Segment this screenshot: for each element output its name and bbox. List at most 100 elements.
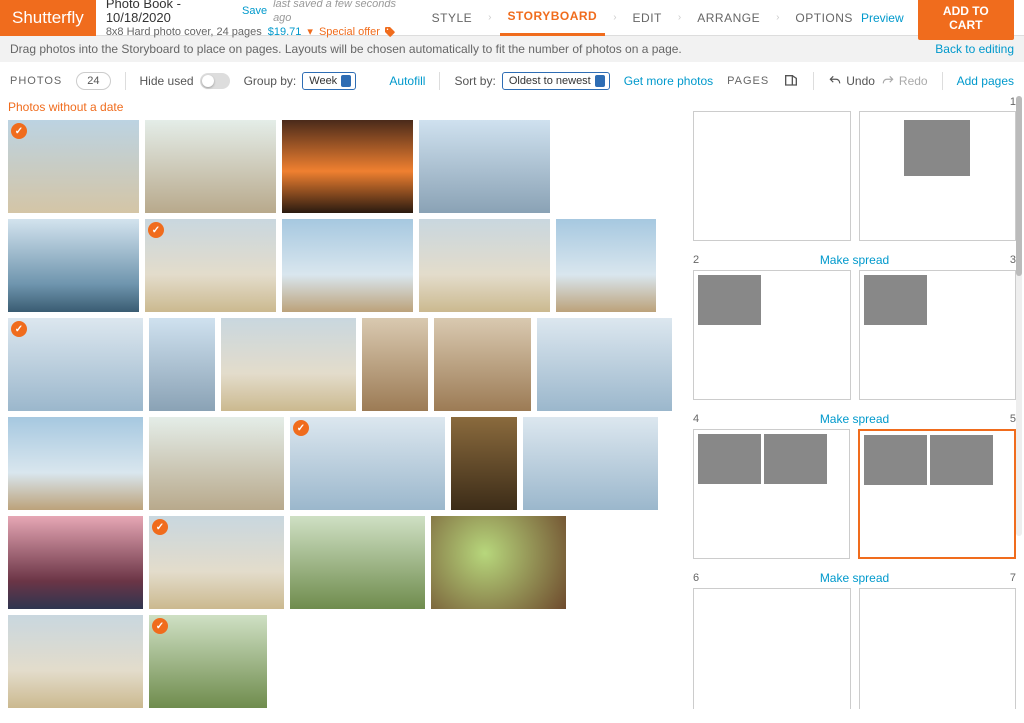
photo-thumb[interactable] xyxy=(8,219,139,312)
undo-label: Undo xyxy=(846,74,875,88)
photos-label: PHOTOS xyxy=(10,75,62,87)
photo-thumb[interactable] xyxy=(451,417,517,510)
divider xyxy=(125,72,126,90)
thumb-row xyxy=(8,318,677,411)
tag-icon xyxy=(384,26,396,38)
tab-storyboard[interactable]: STORYBOARD xyxy=(500,0,606,36)
thumb-row xyxy=(8,417,677,510)
redo-label: Redo xyxy=(899,74,928,88)
used-check-icon xyxy=(152,519,168,535)
page-slot-7[interactable] xyxy=(859,588,1017,709)
tab-arrange[interactable]: ARRANGE xyxy=(689,0,768,36)
page-slot-2[interactable] xyxy=(693,270,851,400)
photo-thumb[interactable] xyxy=(290,417,445,510)
photo-thumb[interactable] xyxy=(282,120,413,213)
page-photo[interactable] xyxy=(864,435,927,485)
undo-redo-group: Undo Redo xyxy=(828,74,927,88)
header-actions: Preview ADD TO CART xyxy=(861,0,1024,40)
redo-button[interactable]: Redo xyxy=(881,74,928,88)
preview-link[interactable]: Preview xyxy=(861,11,904,25)
page-photo[interactable] xyxy=(864,275,927,325)
photo-thumb[interactable] xyxy=(145,219,276,312)
page-slot-cover[interactable] xyxy=(693,111,851,241)
thumb-row xyxy=(8,120,677,213)
add-to-cart-button[interactable]: ADD TO CART xyxy=(918,0,1014,40)
photo-thumb[interactable] xyxy=(537,318,672,411)
add-pages-link[interactable]: Add pages xyxy=(957,74,1014,88)
thumb-row xyxy=(8,219,677,312)
photo-thumb[interactable] xyxy=(8,615,143,708)
autofill-link[interactable]: Autofill xyxy=(389,74,425,88)
undo-button[interactable]: Undo xyxy=(828,74,875,88)
photo-thumb[interactable] xyxy=(149,318,215,411)
page-photo[interactable] xyxy=(904,120,970,176)
page-photo[interactable] xyxy=(698,275,761,325)
photo-thumb[interactable] xyxy=(556,219,656,312)
chevron-right-icon: › xyxy=(678,12,681,23)
tab-style[interactable]: STYLE xyxy=(424,0,481,36)
photo-thumb[interactable] xyxy=(145,120,276,213)
make-spread-link[interactable]: Make spread xyxy=(699,571,1010,585)
page-slot-6[interactable] xyxy=(693,588,851,709)
page-slot-5[interactable] xyxy=(858,429,1017,559)
photo-thumb[interactable] xyxy=(431,516,566,609)
used-check-icon xyxy=(11,123,27,139)
hide-used-toggle[interactable]: Hide used xyxy=(140,73,230,89)
group-by-select[interactable]: Week xyxy=(302,72,356,90)
photo-count: 24 xyxy=(76,72,110,90)
book-meta: Photo Book - 10/18/2020 Save last saved … xyxy=(106,0,404,39)
tab-edit[interactable]: EDIT xyxy=(625,0,670,36)
photo-thumb[interactable] xyxy=(8,516,143,609)
page-layout-icon[interactable] xyxy=(783,73,799,89)
tab-options[interactable]: OPTIONS xyxy=(787,0,861,36)
photo-thumb[interactable] xyxy=(419,219,550,312)
thumb-row xyxy=(8,615,677,708)
divider xyxy=(439,72,440,90)
get-more-photos-link[interactable]: Get more photos xyxy=(624,74,713,88)
page-number: 7 xyxy=(1010,572,1016,584)
page-slot-3[interactable] xyxy=(859,270,1017,400)
photo-thumb[interactable] xyxy=(8,120,139,213)
photo-thumb[interactable] xyxy=(8,318,143,411)
sort-by-control: Sort by: Oldest to newest xyxy=(454,72,609,90)
nav-tabs: STYLE › STORYBOARD › EDIT › ARRANGE › OP… xyxy=(424,0,861,36)
sort-by-label: Sort by: xyxy=(454,74,495,88)
pages-label: PAGES xyxy=(727,75,769,87)
photo-thumb[interactable] xyxy=(419,120,550,213)
page-photo[interactable] xyxy=(764,434,827,484)
save-link[interactable]: Save xyxy=(242,4,267,18)
book-specs: 8x8 Hard photo cover, 24 pages xyxy=(106,25,262,39)
hint-text: Drag photos into the Storyboard to place… xyxy=(10,42,682,56)
scrollbar[interactable] xyxy=(1016,96,1022,536)
special-offer-label: Special offer xyxy=(319,25,380,39)
photo-thumb[interactable] xyxy=(362,318,428,411)
brand-logo[interactable]: Shutterfly xyxy=(0,0,96,36)
toggle-switch[interactable] xyxy=(200,73,230,89)
photo-thumb[interactable] xyxy=(149,417,284,510)
photo-thumb[interactable] xyxy=(149,516,284,609)
page-photo[interactable] xyxy=(930,435,993,485)
make-spread-link[interactable]: Make spread xyxy=(699,412,1010,426)
sub-header: Drag photos into the Storyboard to place… xyxy=(0,36,1024,62)
photo-thumb[interactable] xyxy=(434,318,531,411)
photo-thumb[interactable] xyxy=(8,417,143,510)
divider xyxy=(813,72,814,90)
thumb-row xyxy=(8,516,677,609)
used-check-icon xyxy=(148,222,164,238)
photo-thumb[interactable] xyxy=(149,615,267,708)
page-photo[interactable] xyxy=(698,434,761,484)
photo-thumb[interactable] xyxy=(290,516,425,609)
back-to-editing-link[interactable]: Back to editing xyxy=(935,42,1014,56)
book-title: Photo Book - 10/18/2020 xyxy=(106,0,236,25)
page-slot-4[interactable] xyxy=(693,429,850,559)
make-spread-link[interactable]: Make spread xyxy=(699,253,1010,267)
chevron-right-icon: › xyxy=(776,12,779,23)
chevron-right-icon: › xyxy=(613,12,616,23)
page-slot-1[interactable] xyxy=(859,111,1017,241)
special-offer-link[interactable]: Special offer xyxy=(319,25,396,39)
chevron-down-icon[interactable]: ▾ xyxy=(307,25,313,39)
photo-thumb[interactable] xyxy=(282,219,413,312)
photo-thumb[interactable] xyxy=(523,417,658,510)
sort-by-select[interactable]: Oldest to newest xyxy=(502,72,610,90)
photo-thumb[interactable] xyxy=(221,318,356,411)
